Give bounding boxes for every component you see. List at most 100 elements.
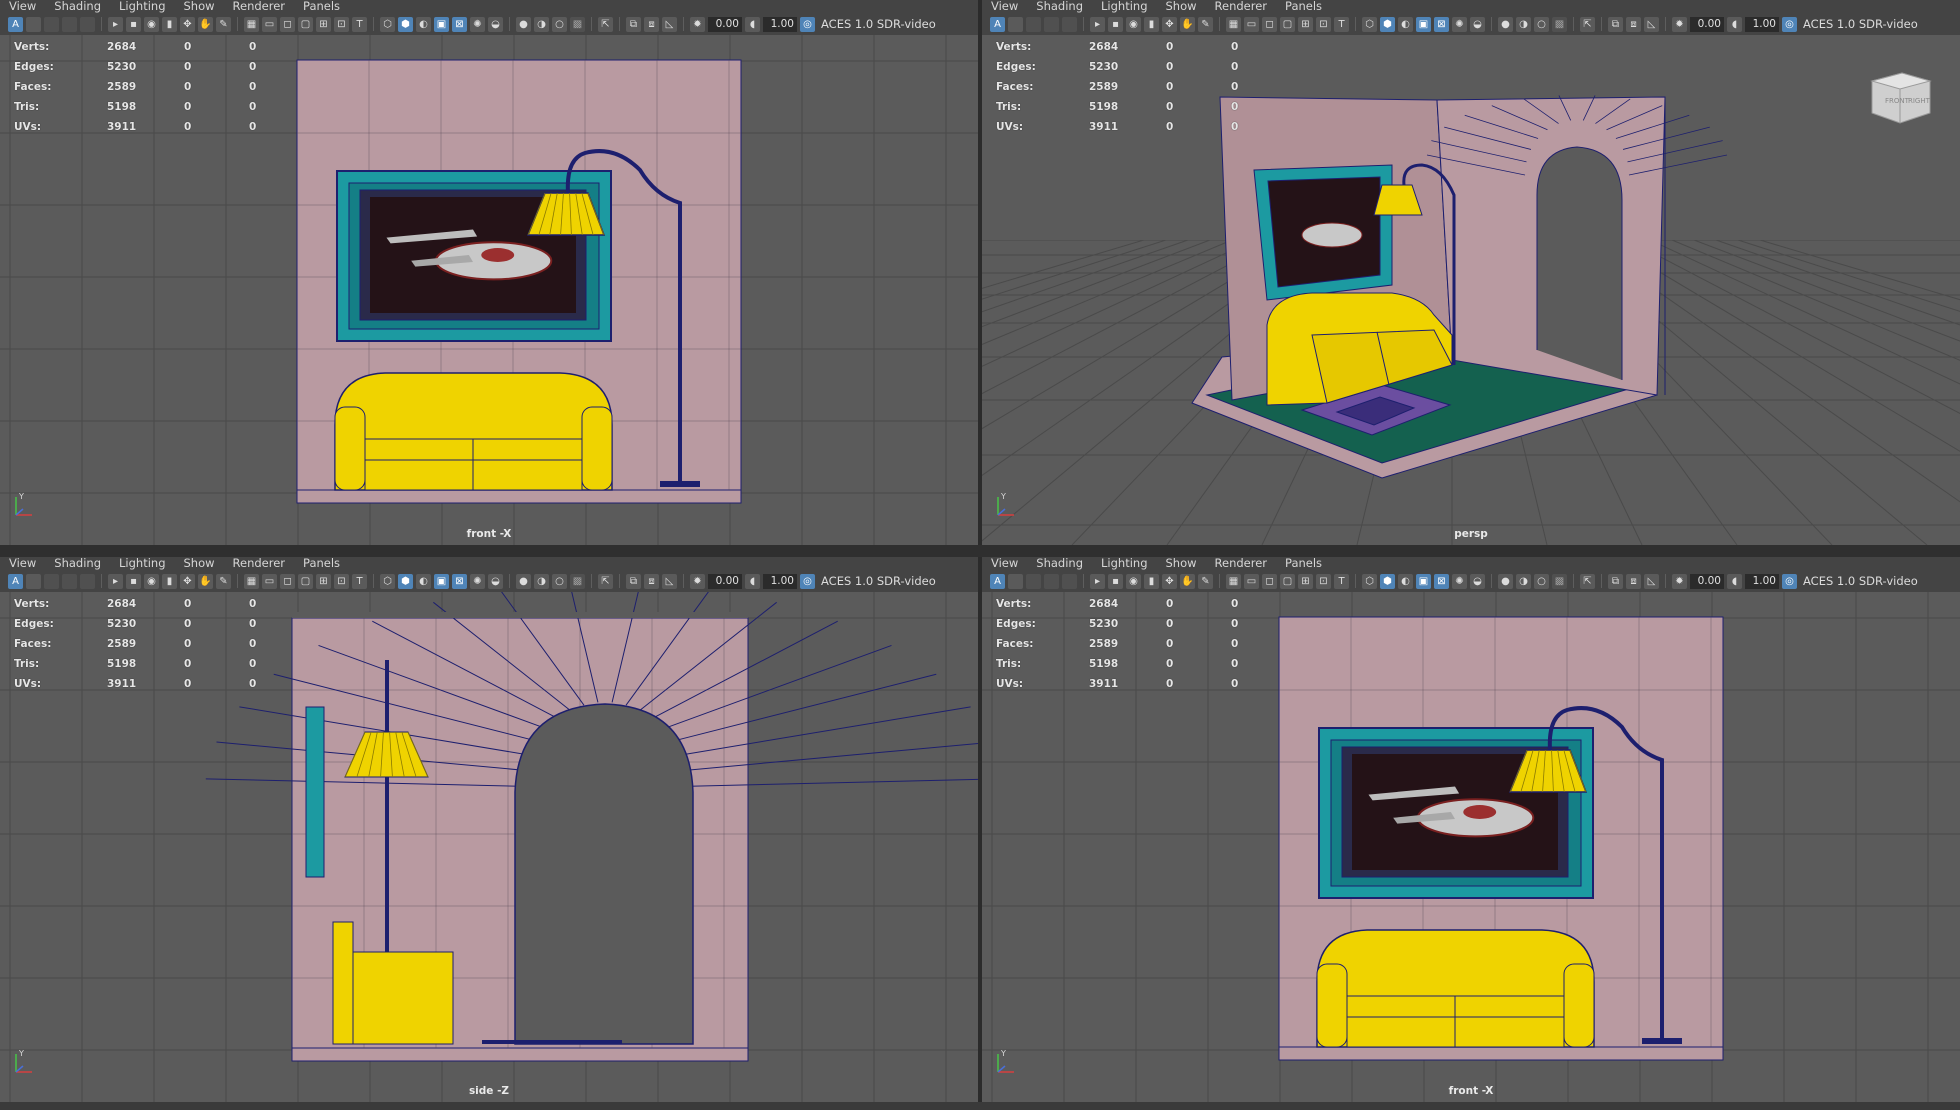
- menu-panels[interactable]: Panels: [1276, 0, 1331, 13]
- isolate-icon[interactable]: ⇱: [598, 573, 613, 589]
- snapshot-icon[interactable]: ◉: [144, 573, 159, 589]
- viewport-canvas[interactable]: Verts: 2684 0 0 Edges: 5230 0 0 Faces: 2589 0 0 Tris…: [0, 592, 978, 1102]
- gamma-field[interactable]: 1.00: [1745, 573, 1779, 589]
- shadows-icon[interactable]: ◒: [488, 573, 503, 589]
- field-chart-icon[interactable]: ⊞: [1298, 573, 1313, 589]
- color-space-label[interactable]: ACES 1.0 SDR-video: [1800, 574, 1918, 588]
- camera-attr-icon[interactable]: [26, 16, 41, 32]
- smooth-shade-icon[interactable]: ⬢: [1380, 573, 1395, 589]
- viewport-panel-front[interactable]: View Shading Lighting Show Renderer Pane…: [0, 0, 978, 545]
- film-icon[interactable]: ▪: [1108, 16, 1123, 32]
- dof-icon[interactable]: ▩: [570, 16, 585, 32]
- xray-icon[interactable]: ⊠: [1434, 16, 1449, 32]
- xray-icon[interactable]: ⊠: [1434, 573, 1449, 589]
- menu-shading[interactable]: Shading: [1027, 557, 1092, 570]
- dim2-icon[interactable]: [62, 573, 77, 589]
- view-cube-icon[interactable]: FRONT RIGHT: [1868, 69, 1934, 127]
- pan-icon[interactable]: ✋: [1180, 16, 1195, 32]
- safe-action-icon[interactable]: ⊡: [334, 16, 349, 32]
- xray-joints-icon[interactable]: ⧉: [626, 573, 641, 589]
- exposure-field[interactable]: 0.00: [708, 573, 742, 589]
- dim2-icon[interactable]: [1044, 573, 1059, 589]
- panel-splitter-horizontal[interactable]: [0, 545, 1960, 557]
- menu-renderer[interactable]: Renderer: [1206, 0, 1277, 13]
- aa-icon[interactable]: ○: [552, 16, 567, 32]
- motion-blur-icon[interactable]: ◑: [534, 573, 549, 589]
- color-space-label[interactable]: ACES 1.0 SDR-video: [818, 574, 936, 588]
- isolate-icon[interactable]: ⇱: [1580, 573, 1595, 589]
- safe-action-icon[interactable]: ⊡: [1316, 573, 1331, 589]
- viewport-panel-persp[interactable]: View Shading Lighting Show Renderer Pane…: [981, 0, 1960, 546]
- gamma-field[interactable]: 1.00: [763, 573, 797, 589]
- safe-title-icon[interactable]: T: [352, 573, 367, 589]
- safe-title-icon[interactable]: T: [352, 16, 367, 32]
- menu-shading[interactable]: Shading: [45, 557, 110, 570]
- shadows-icon[interactable]: ◒: [488, 16, 503, 32]
- dim3-icon[interactable]: [80, 16, 95, 32]
- gamma-icon[interactable]: ◖: [745, 573, 760, 589]
- xray-joints-icon[interactable]: ⧉: [1608, 573, 1623, 589]
- lights-icon[interactable]: ✺: [470, 573, 485, 589]
- gamma-icon[interactable]: ◖: [745, 16, 760, 32]
- menu-shading[interactable]: Shading: [1027, 0, 1092, 13]
- viewport-panel-front-2[interactable]: View Shading Lighting Show Renderer Pane…: [982, 557, 1960, 1102]
- pencil-icon[interactable]: ✎: [1198, 16, 1213, 32]
- aa-icon[interactable]: ○: [1534, 16, 1549, 32]
- pencil-icon[interactable]: ✎: [216, 16, 231, 32]
- gate-mask-icon[interactable]: ▢: [298, 573, 313, 589]
- default-material-icon[interactable]: ◐: [416, 16, 431, 32]
- gate-mask-icon[interactable]: ▢: [298, 16, 313, 32]
- motion-blur-icon[interactable]: ◑: [1516, 16, 1531, 32]
- isolate-icon[interactable]: ⇱: [598, 16, 613, 32]
- backface-icon[interactable]: ◺: [662, 16, 677, 32]
- field-chart-icon[interactable]: ⊞: [316, 573, 331, 589]
- dim1-icon[interactable]: [1026, 16, 1041, 32]
- menu-view[interactable]: View: [0, 0, 45, 13]
- exposure-icon[interactable]: ✹: [1672, 16, 1687, 32]
- camera-icon[interactable]: ▸: [1090, 573, 1105, 589]
- film-gate-icon[interactable]: ▭: [1244, 573, 1259, 589]
- pan-icon[interactable]: ✋: [1180, 573, 1195, 589]
- smooth-shade-icon[interactable]: ⬢: [398, 16, 413, 32]
- default-material-icon[interactable]: ◐: [416, 573, 431, 589]
- menu-view[interactable]: View: [982, 557, 1027, 570]
- exposure-icon[interactable]: ✹: [690, 16, 705, 32]
- wire-on-shaded-icon[interactable]: ▣: [434, 16, 449, 32]
- camera-attr-icon[interactable]: [1008, 573, 1023, 589]
- grid-icon[interactable]: ▦: [1226, 573, 1241, 589]
- backface-icon[interactable]: ◺: [1644, 573, 1659, 589]
- dim1-icon[interactable]: [44, 16, 59, 32]
- film-gate-icon[interactable]: ▭: [1244, 16, 1259, 32]
- menu-renderer[interactable]: Renderer: [224, 557, 295, 570]
- shadows-icon[interactable]: ◒: [1470, 16, 1485, 32]
- select-icon[interactable]: A: [8, 16, 23, 32]
- camera-icon[interactable]: ▸: [1090, 16, 1105, 32]
- colorspace-icon[interactable]: ◎: [1782, 16, 1797, 32]
- motion-blur-icon[interactable]: ◑: [1516, 573, 1531, 589]
- menu-show[interactable]: Show: [175, 557, 224, 570]
- bookmark-icon[interactable]: ▮: [1144, 16, 1159, 32]
- grid-icon[interactable]: ▦: [244, 16, 259, 32]
- safe-title-icon[interactable]: T: [1334, 16, 1349, 32]
- exposure-field[interactable]: 0.00: [708, 16, 742, 32]
- dim2-icon[interactable]: [62, 16, 77, 32]
- smooth-shade-icon[interactable]: ⬢: [398, 573, 413, 589]
- default-material-icon[interactable]: ◐: [1398, 16, 1413, 32]
- grid-icon[interactable]: ▦: [1226, 16, 1241, 32]
- menu-lighting[interactable]: Lighting: [1092, 0, 1156, 13]
- bookmark-icon[interactable]: ▮: [162, 573, 177, 589]
- pan-icon[interactable]: ✋: [198, 16, 213, 32]
- aa-icon[interactable]: ○: [552, 573, 567, 589]
- select-icon[interactable]: A: [990, 573, 1005, 589]
- ao-icon[interactable]: ●: [1498, 16, 1513, 32]
- exposure-icon[interactable]: ✹: [690, 573, 705, 589]
- film-gate-icon[interactable]: ▭: [262, 573, 277, 589]
- isolate-icon[interactable]: ⇱: [1580, 16, 1595, 32]
- safe-title-icon[interactable]: T: [1334, 573, 1349, 589]
- menu-lighting[interactable]: Lighting: [110, 557, 174, 570]
- viewport-canvas[interactable]: Verts: 2684 0 0 Edges: 5230 0 0 Faces: 2589 0 0 Tris…: [0, 35, 978, 545]
- lights-icon[interactable]: ✺: [470, 16, 485, 32]
- dof-icon[interactable]: ▩: [570, 573, 585, 589]
- xray-active-icon[interactable]: ⧈: [644, 16, 659, 32]
- xray-active-icon[interactable]: ⧈: [644, 573, 659, 589]
